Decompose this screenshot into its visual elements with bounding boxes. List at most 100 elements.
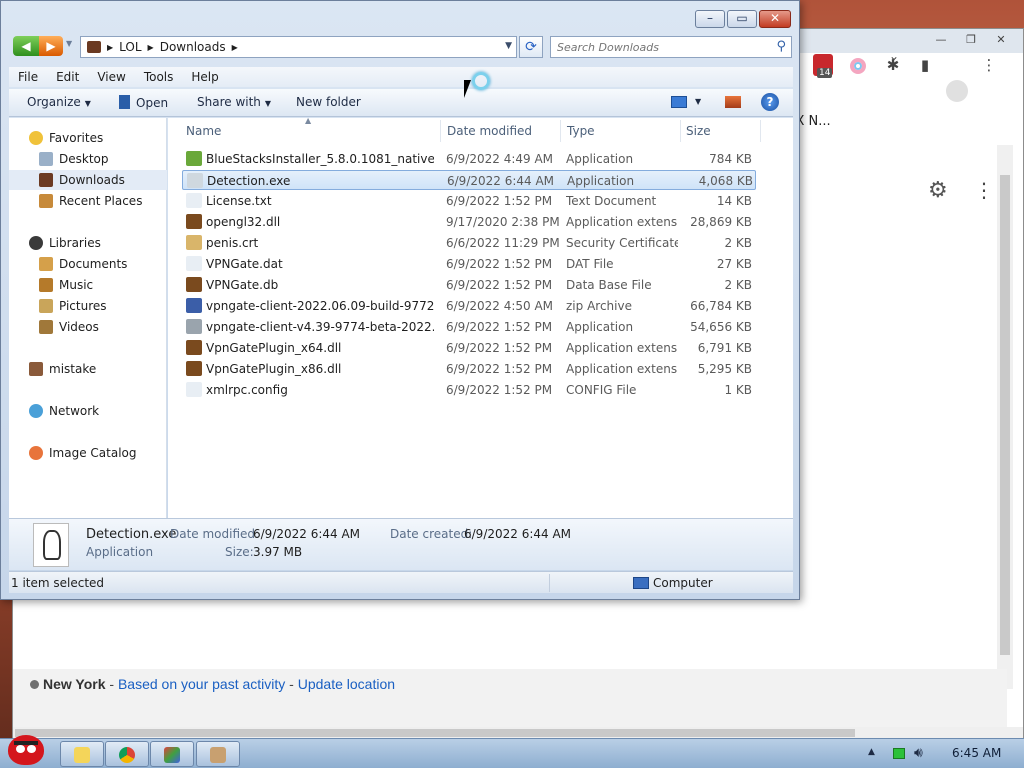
menu-view[interactable]: View bbox=[88, 70, 134, 84]
preview-pane-icon[interactable] bbox=[725, 96, 741, 108]
side-panel-icon[interactable]: ▮ bbox=[914, 54, 936, 76]
menu-tools[interactable]: Tools bbox=[135, 70, 183, 84]
nav-documents[interactable]: Documents bbox=[9, 254, 167, 274]
maximize-button[interactable]: ▭ bbox=[727, 10, 757, 28]
file-date-modified: 6/9/2022 1:52 PM bbox=[446, 383, 553, 397]
menu-help[interactable]: Help bbox=[182, 70, 227, 84]
open-button[interactable]: Open bbox=[119, 95, 168, 110]
help-icon[interactable]: ? bbox=[761, 93, 779, 111]
nav-pictures[interactable]: Pictures bbox=[9, 296, 167, 316]
file-date-modified: 6/9/2022 1:52 PM bbox=[446, 278, 553, 292]
organize-button[interactable]: Organize ▼ bbox=[27, 95, 91, 109]
profile-avatar-icon[interactable] bbox=[946, 80, 968, 102]
breadcrumb-arrow-icon[interactable]: ▶ bbox=[148, 43, 154, 52]
menu-file[interactable]: File bbox=[9, 70, 47, 84]
minimize-button[interactable]: – bbox=[695, 10, 725, 28]
file-type: Application bbox=[566, 320, 634, 334]
update-location-link[interactable]: Update location bbox=[298, 676, 395, 692]
search-input[interactable] bbox=[551, 37, 761, 57]
file-row[interactable]: opengl32.dll 9/17/2020 2:38 PM Application… bbox=[182, 212, 756, 232]
chrome-close-button[interactable]: ✕ bbox=[987, 31, 1015, 49]
chrome-maximize-button[interactable]: ❐ bbox=[957, 31, 985, 49]
file-date-modified: 6/9/2022 1:52 PM bbox=[446, 320, 553, 334]
file-row[interactable]: BlueStacksInstaller_5.8.0.1081_native_2c… bbox=[182, 149, 756, 169]
column-divider[interactable] bbox=[440, 120, 441, 142]
chrome-scroll-thumb[interactable] bbox=[1000, 175, 1010, 655]
chrome-minimize-button[interactable]: — bbox=[927, 31, 955, 49]
column-header-type[interactable]: Type bbox=[567, 124, 595, 138]
refresh-button[interactable]: ⟳ bbox=[519, 36, 543, 58]
ring-extension-icon[interactable] bbox=[850, 58, 866, 74]
puzzle-extensions-icon[interactable]: ✱ bbox=[882, 54, 904, 76]
column-header-size[interactable]: Size bbox=[686, 124, 711, 138]
file-row[interactable]: Detection.exe 6/9/2022 6:44 AM Application… bbox=[182, 170, 756, 190]
column-divider[interactable] bbox=[560, 120, 561, 142]
volume-icon[interactable]: 🔊︎ bbox=[914, 745, 923, 761]
breadcrumb-downloads[interactable]: Downloads bbox=[160, 40, 226, 54]
file-type: Application extens... bbox=[566, 341, 678, 355]
shield-extension-icon[interactable]: 14 bbox=[813, 54, 833, 78]
column-divider[interactable] bbox=[760, 120, 761, 142]
nav-videos[interactable]: Videos bbox=[9, 317, 167, 337]
chrome-vertical-scrollbar[interactable] bbox=[997, 145, 1013, 689]
nav-mistake[interactable]: mistake bbox=[9, 359, 167, 379]
nav-network[interactable]: Network bbox=[9, 401, 167, 421]
chrome-menu-kebab-icon[interactable]: ⋮ bbox=[978, 54, 1000, 76]
address-dropdown-icon[interactable]: ▼ bbox=[505, 41, 512, 51]
close-button[interactable]: ✕ bbox=[759, 10, 791, 28]
nav-libraries[interactable]: Libraries bbox=[9, 233, 167, 253]
file-row[interactable]: penis.crt 6/6/2022 11:29 PM Security Certi… bbox=[182, 233, 756, 253]
file-name: vpngate-client-v4.39-9774-beta-2022.04..… bbox=[206, 320, 434, 334]
menu-edit[interactable]: Edit bbox=[47, 70, 88, 84]
nav-recent-places[interactable]: Recent Places bbox=[9, 191, 167, 211]
change-view-icon[interactable] bbox=[671, 96, 687, 108]
nav-desktop[interactable]: Desktop bbox=[9, 149, 167, 169]
taskbar-app-button[interactable] bbox=[150, 741, 194, 767]
start-button[interactable] bbox=[2, 731, 50, 768]
search-icon[interactable]: ⚲ bbox=[776, 39, 786, 54]
column-header-date-modified[interactable]: Date modified bbox=[447, 124, 532, 138]
file-type: DAT File bbox=[566, 257, 614, 271]
nav-downloads[interactable]: Downloads bbox=[9, 170, 167, 190]
nav-favorites[interactable]: Favorites bbox=[9, 128, 167, 148]
chrome-hscroll-thumb[interactable] bbox=[15, 729, 855, 737]
recent-pages-icon[interactable]: ▼ bbox=[66, 39, 72, 48]
file-row[interactable]: VPNGate.dat 6/9/2022 1:52 PM DAT File 27 KB bbox=[182, 254, 756, 274]
address-bar[interactable]: ▶ LOL ▶ Downloads ▶ ▼ bbox=[80, 36, 517, 58]
file-row[interactable]: License.txt 6/9/2022 1:52 PM Text Document… bbox=[182, 191, 756, 211]
extension-badge-count: 14 bbox=[817, 68, 833, 78]
taskbar-tool-button[interactable] bbox=[196, 741, 240, 767]
nav-image-catalog[interactable]: Image Catalog bbox=[9, 443, 167, 463]
taskbar-explorer-button[interactable] bbox=[60, 741, 104, 767]
taskbar-chrome-button[interactable] bbox=[105, 741, 149, 767]
column-divider[interactable] bbox=[680, 120, 681, 142]
user-folder-icon bbox=[29, 362, 43, 376]
breadcrumb-lol[interactable]: LOL bbox=[119, 40, 141, 54]
clock[interactable]: 6:45 AM bbox=[952, 746, 1001, 760]
file-size: 4,068 KB bbox=[698, 174, 753, 188]
show-hidden-icons-icon[interactable]: ▲ bbox=[868, 747, 875, 757]
nav-music[interactable]: Music bbox=[9, 275, 167, 295]
nav-label: Libraries bbox=[49, 236, 101, 250]
tray-battery-icon[interactable] bbox=[893, 748, 905, 759]
column-header-name[interactable]: Name bbox=[186, 124, 221, 138]
search-box[interactable]: ⚲ bbox=[550, 36, 792, 58]
file-row[interactable]: VPNGate.db 6/9/2022 1:52 PM Data Base File… bbox=[182, 275, 756, 295]
navigation-pane: Favorites Desktop Downloads Recent Place… bbox=[9, 118, 167, 518]
file-row[interactable]: vpngate-client-v4.39-9774-beta-2022.04..… bbox=[182, 317, 756, 337]
share-with-button[interactable]: Share with ▼ bbox=[197, 95, 271, 109]
file-row[interactable]: VpnGatePlugin_x64.dll 6/9/2022 1:52 PM App… bbox=[182, 338, 756, 358]
nav-label: mistake bbox=[49, 362, 97, 376]
file-row[interactable]: vpngate-client-2022.06.09-build-9772.15.… bbox=[182, 296, 756, 316]
back-button[interactable]: ◀ bbox=[13, 36, 39, 56]
file-row[interactable]: xmlrpc.config 6/9/2022 1:52 PM CONFIG File… bbox=[182, 380, 756, 400]
breadcrumb-arrow-icon[interactable]: ▶ bbox=[107, 43, 113, 52]
new-folder-button[interactable]: New folder bbox=[296, 95, 361, 109]
forward-button[interactable]: ▶ bbox=[39, 36, 63, 56]
breadcrumb-arrow-icon[interactable]: ▶ bbox=[232, 43, 238, 52]
file-row[interactable]: VpnGatePlugin_x86.dll 6/9/2022 1:52 PM App… bbox=[182, 359, 756, 379]
settings-gear-icon[interactable]: ⚙ bbox=[928, 178, 948, 203]
page-kebab-icon[interactable]: ⋮ bbox=[974, 178, 994, 202]
activity-link[interactable]: Based on your past activity bbox=[118, 676, 285, 692]
view-options-chevron-icon[interactable]: ▼ bbox=[695, 97, 701, 106]
